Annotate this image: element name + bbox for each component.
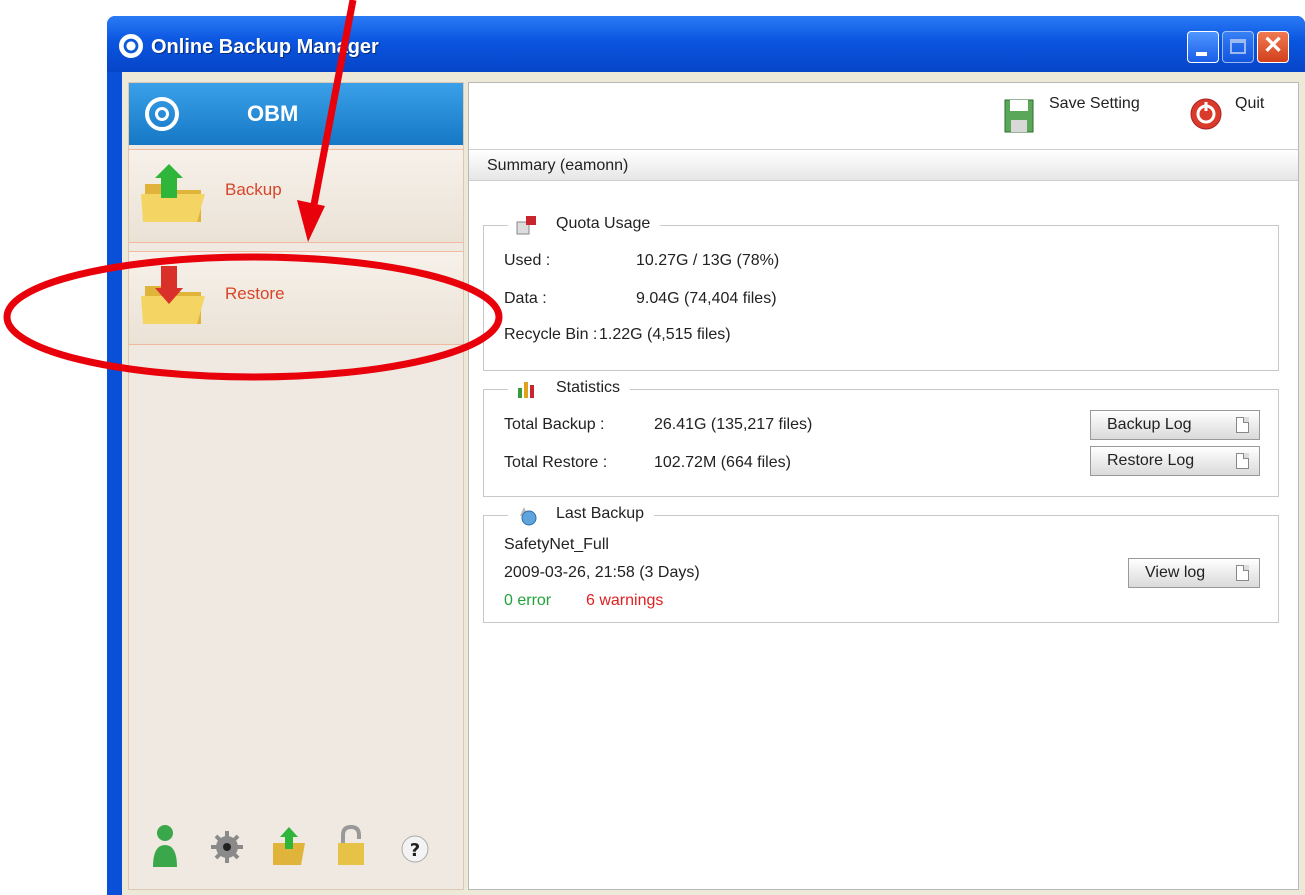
quota-usage-title: Quota Usage — [556, 215, 651, 232]
used-value: 10.27G / 13G (78%) — [636, 252, 780, 269]
close-button[interactable]: ✕ — [1257, 31, 1289, 63]
total-restore-value: 102.72M (664 files) — [654, 454, 791, 471]
maximize-button[interactable] — [1222, 31, 1254, 63]
app-icon — [119, 34, 143, 58]
restore-log-button[interactable]: Restore Log — [1090, 446, 1260, 476]
document-icon — [1236, 453, 1249, 469]
recycle-bin-label: Recycle Bin : — [504, 326, 598, 343]
restore-log-label: Restore Log — [1107, 452, 1195, 469]
group-header: Quota Usage — [508, 212, 661, 238]
recycle-bin-value: 1.22G (4,515 files) — [599, 326, 731, 343]
sidebar-item-label: Backup — [225, 180, 282, 199]
total-backup-value: 26.41G (135,217 files) — [654, 416, 813, 433]
total-restore-label: Total Restore : — [504, 454, 608, 471]
svg-text:?: ? — [410, 840, 420, 861]
warning-count: 6 warnings — [586, 592, 664, 609]
minimize-button[interactable] — [1187, 31, 1219, 63]
gear-icon[interactable] — [209, 823, 245, 869]
title-bar[interactable]: Online Backup Manager ✕ — [107, 16, 1305, 72]
document-icon — [1236, 417, 1249, 433]
total-backup-label: Total Backup : — [504, 416, 605, 433]
document-icon — [1236, 565, 1249, 581]
data-label: Data : — [504, 290, 547, 307]
backup-log-label: Backup Log — [1107, 416, 1192, 433]
sidebar-item-backup[interactable]: Backup — [129, 149, 463, 243]
view-log-label: View log — [1145, 564, 1206, 581]
folder-up-arrow-icon — [141, 164, 205, 222]
app-window: Online Backup Manager ✕ OBM Backup Resto… — [107, 16, 1305, 895]
last-backup-icon — [520, 507, 537, 526]
quit-button[interactable]: Quit — [1235, 95, 1264, 113]
backup-datetime: 2009-03-26, 21:58 (3 Days) — [504, 564, 700, 581]
backup-log-button[interactable]: Backup Log — [1090, 410, 1260, 440]
main-panel: Save Setting Quit Summary (eamonn) Quota… — [468, 82, 1299, 890]
last-backup-group: Last Backup SafetyNet_Full 2009-03-26, 2… — [483, 502, 1279, 623]
save-setting-button[interactable]: Save Setting — [1049, 95, 1140, 113]
group-header: Last Backup — [508, 502, 655, 528]
sidebar-bottom-toolbar: ? — [129, 823, 463, 873]
data-value: 9.04G (74,404 files) — [636, 290, 777, 307]
bar-chart-icon — [518, 382, 534, 398]
toolbar: Save Setting Quit — [469, 83, 1298, 145]
help-icon[interactable]: ? — [397, 823, 433, 869]
sidebar-item-label: Restore — [225, 284, 285, 303]
last-backup-title: Last Backup — [556, 505, 645, 522]
backup-set-name: SafetyNet_Full — [504, 536, 609, 553]
lock-icon[interactable] — [333, 823, 369, 869]
used-label: Used : — [504, 252, 551, 269]
error-count: 0 error — [504, 592, 552, 609]
quit-icon[interactable] — [1189, 96, 1223, 136]
brand-label: OBM — [247, 101, 299, 126]
sidebar-item-restore[interactable]: Restore — [129, 251, 463, 345]
obm-logo-icon — [145, 97, 179, 131]
statistics-group: Statistics Total Backup : 26.41G (135,21… — [483, 376, 1279, 497]
summary-header: Summary (eamonn) — [469, 149, 1298, 181]
quota-icon — [516, 216, 536, 235]
statistics-title: Statistics — [556, 379, 621, 396]
sidebar: OBM Backup Restore ? — [128, 82, 464, 890]
sidebar-header: OBM — [129, 83, 463, 145]
user-icon[interactable] — [147, 823, 183, 869]
view-log-button[interactable]: View log — [1128, 558, 1260, 588]
summary-title: Summary (eamonn) — [487, 157, 629, 174]
window-title: Online Backup Manager — [151, 36, 379, 58]
save-icon[interactable] — [1003, 96, 1035, 136]
quota-usage-group: Quota Usage Used : 10.27G / 13G (78%) Da… — [483, 212, 1279, 371]
backup-folder-icon[interactable] — [271, 823, 307, 869]
group-header: Statistics — [508, 376, 631, 402]
client-area: OBM Backup Restore ? Save Setting Quit S… — [122, 72, 1305, 895]
folder-down-arrow-icon — [141, 266, 205, 324]
